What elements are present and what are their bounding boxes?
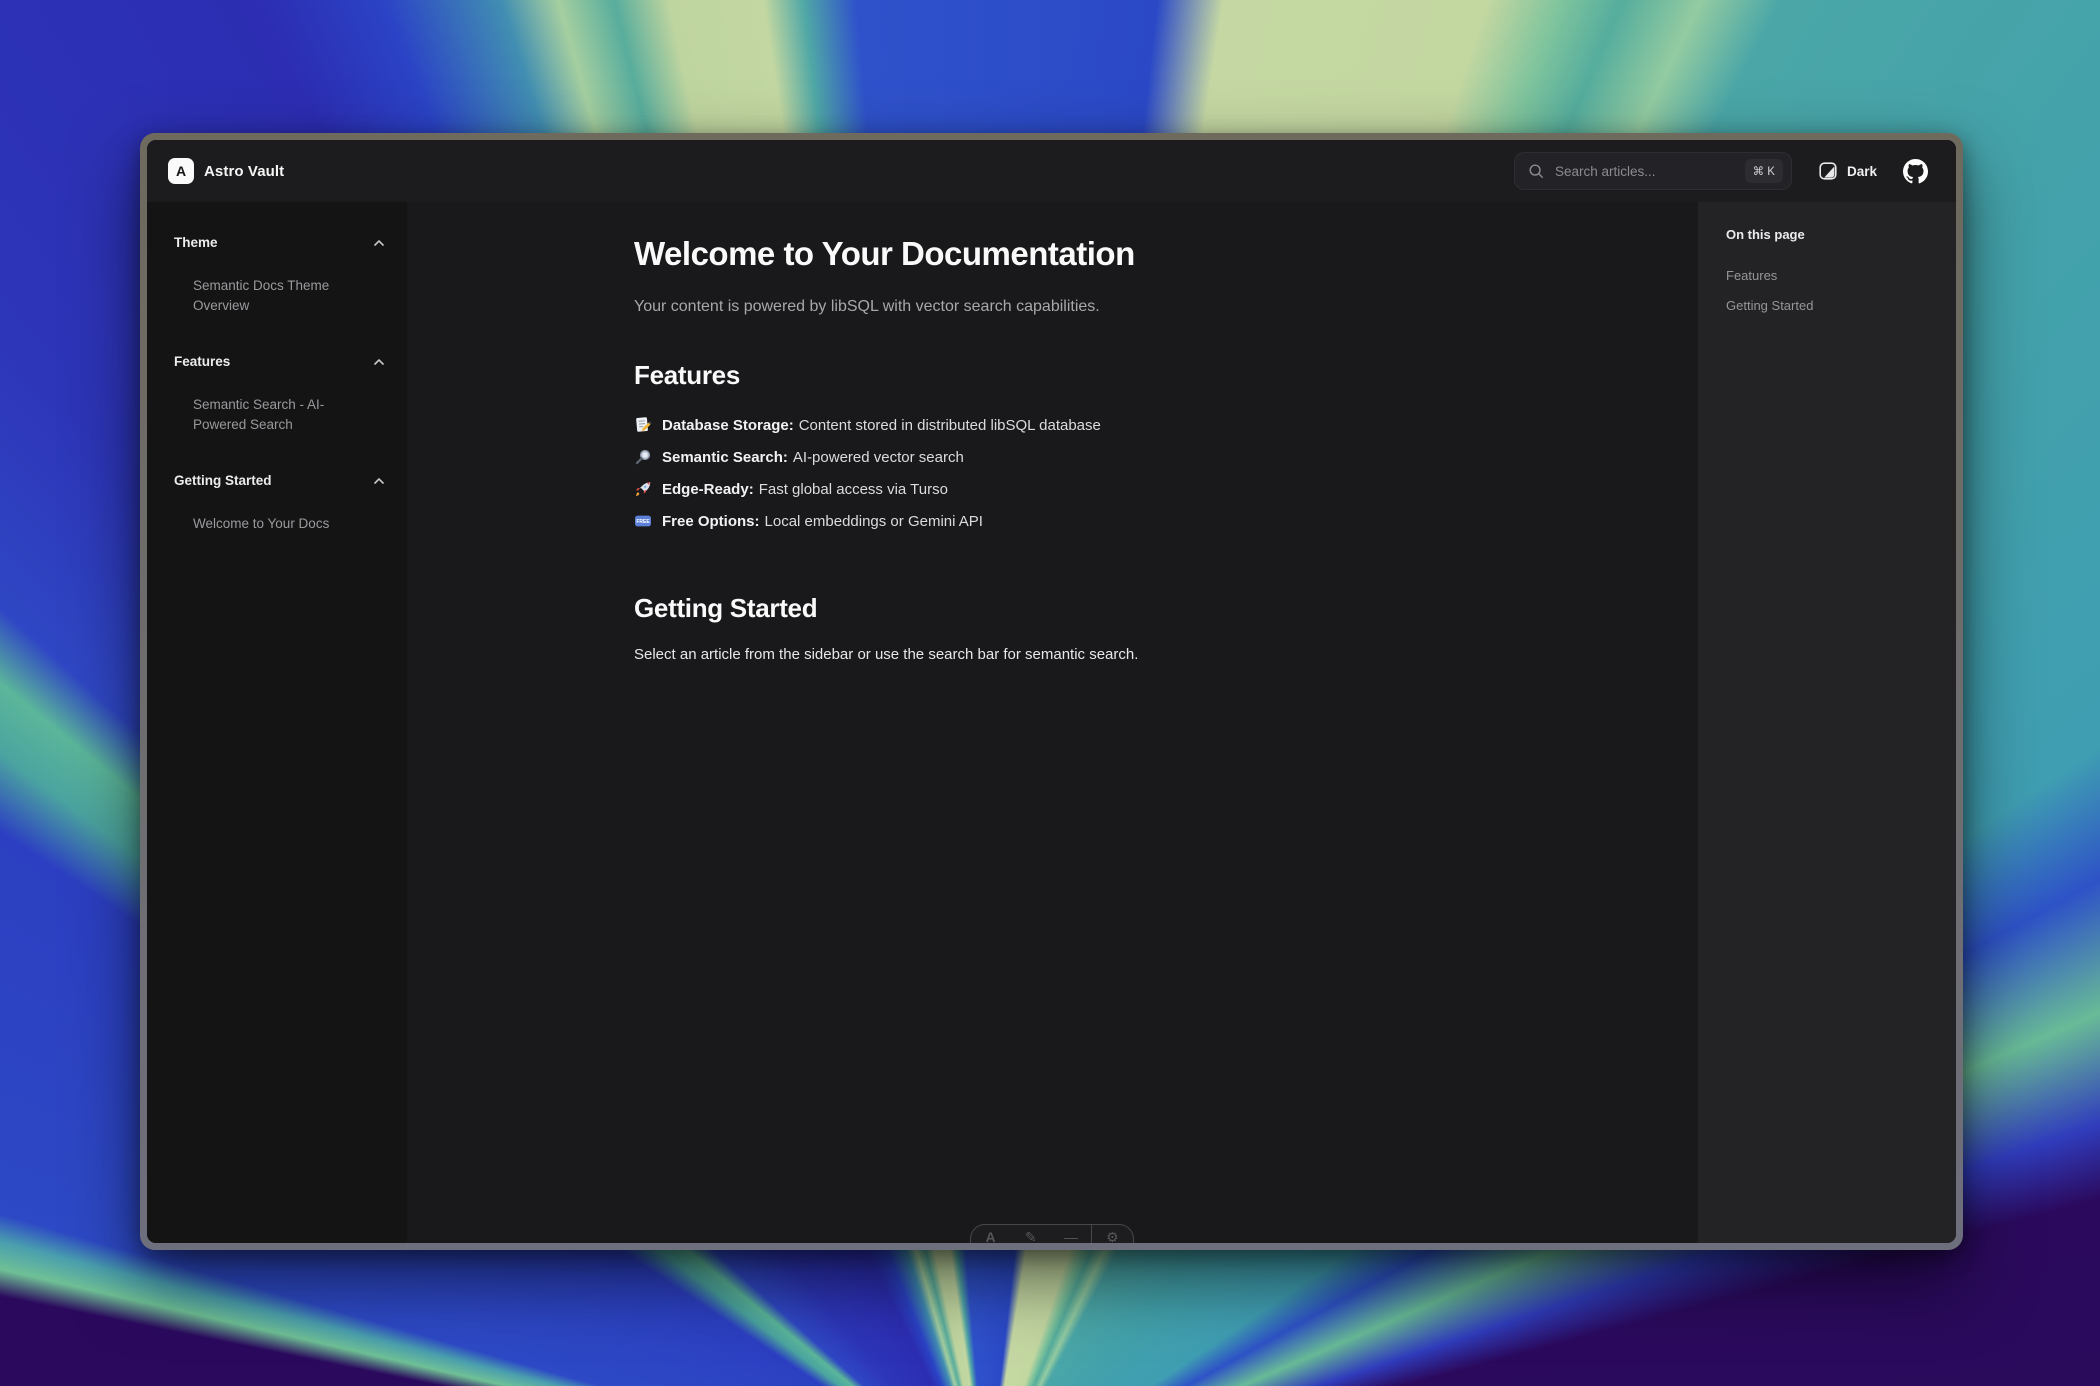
sidebar-item-semantic-docs-theme-overview[interactable]: Semantic Docs Theme Overview [193, 276, 369, 316]
feature-label: Database Storage: [662, 417, 794, 434]
rocket-icon [634, 480, 652, 498]
toc-link-getting-started[interactable]: Getting Started [1726, 291, 1936, 321]
page-title: Welcome to Your Documentation [634, 236, 1414, 272]
getting-started-heading: Getting Started [634, 593, 1414, 624]
theme-toggle-label: Dark [1847, 164, 1877, 179]
feature-label: Free Options: [662, 513, 760, 530]
feature-text: AI-powered vector search [793, 449, 964, 466]
feature-item: Semantic Search: AI-powered vector searc… [634, 441, 1414, 473]
free-icon: FREE [634, 512, 652, 530]
sidebar-section-title: Getting Started [174, 473, 272, 488]
header: A Astro Vault ⌘ K Dark [147, 140, 1956, 202]
feature-item: Edge-Ready: Fast global access via Turso [634, 473, 1414, 505]
toc-link-features[interactable]: Features [1726, 261, 1936, 291]
chevron-up-icon[interactable] [373, 239, 385, 247]
sidebar-section-getting-started[interactable]: Getting Started [174, 473, 385, 488]
sidebar-item-semantic-search[interactable]: Semantic Search - AI-Powered Search [193, 395, 369, 435]
sidebar: Theme Semantic Docs Theme Overview Featu… [147, 202, 407, 1243]
brand-logo: A [168, 158, 194, 184]
annotation-toolbar: A ✎ — ⚙ [970, 1224, 1134, 1243]
memo-icon [634, 416, 652, 434]
github-icon [1903, 159, 1928, 184]
search-input[interactable] [1553, 163, 1745, 180]
settings-gear-icon[interactable]: ⚙ [1092, 1225, 1132, 1243]
brand-link[interactable]: A Astro Vault [168, 158, 284, 184]
chevron-up-icon[interactable] [373, 477, 385, 485]
feature-label: Edge-Ready: [662, 481, 754, 498]
main-content: Welcome to Your Documentation Your conte… [407, 202, 1698, 1243]
sidebar-section-features[interactable]: Features [174, 354, 385, 369]
chevron-up-icon[interactable] [373, 358, 385, 366]
feature-text: Fast global access via Turso [759, 481, 948, 498]
toc-panel: On this page Features Getting Started [1698, 202, 1956, 1243]
sidebar-section-title: Features [174, 354, 230, 369]
feature-text: Local embeddings or Gemini API [765, 513, 983, 530]
search-shortcut-badge: ⌘ K [1745, 159, 1783, 183]
feature-item: Database Storage: Content stored in dist… [634, 409, 1414, 441]
sidebar-section-theme[interactable]: Theme [174, 235, 385, 250]
svg-text:FREE: FREE [636, 519, 650, 525]
features-list: Database Storage: Content stored in dist… [634, 409, 1414, 537]
search-box[interactable]: ⌘ K [1514, 152, 1792, 190]
page-subtitle: Your content is powered by libSQL with v… [634, 298, 1414, 316]
toc-title: On this page [1726, 227, 1936, 242]
magnifier-icon [634, 448, 652, 466]
text-tool-icon[interactable]: A [971, 1225, 1011, 1243]
line-tool-icon[interactable]: — [1051, 1225, 1091, 1243]
sidebar-section-title: Theme [174, 235, 218, 250]
github-link[interactable] [1903, 159, 1928, 184]
feature-label: Semantic Search: [662, 449, 788, 466]
feature-text: Content stored in distributed libSQL dat… [799, 417, 1101, 434]
theme-icon [1818, 161, 1838, 181]
search-icon [1528, 163, 1544, 179]
docs-app: A Astro Vault ⌘ K Dark [147, 140, 1956, 1243]
pen-tool-icon[interactable]: ✎ [1011, 1225, 1051, 1243]
theme-toggle-button[interactable]: Dark [1818, 161, 1877, 181]
feature-item: FREE Free Options: Local embeddings or G… [634, 505, 1414, 537]
app-window: A Astro Vault ⌘ K Dark [140, 133, 1963, 1250]
features-heading: Features [634, 360, 1414, 391]
brand-name: Astro Vault [204, 163, 284, 180]
sidebar-item-welcome-to-your-docs[interactable]: Welcome to Your Docs [193, 514, 369, 534]
getting-started-paragraph: Select an article from the sidebar or us… [634, 646, 1414, 663]
